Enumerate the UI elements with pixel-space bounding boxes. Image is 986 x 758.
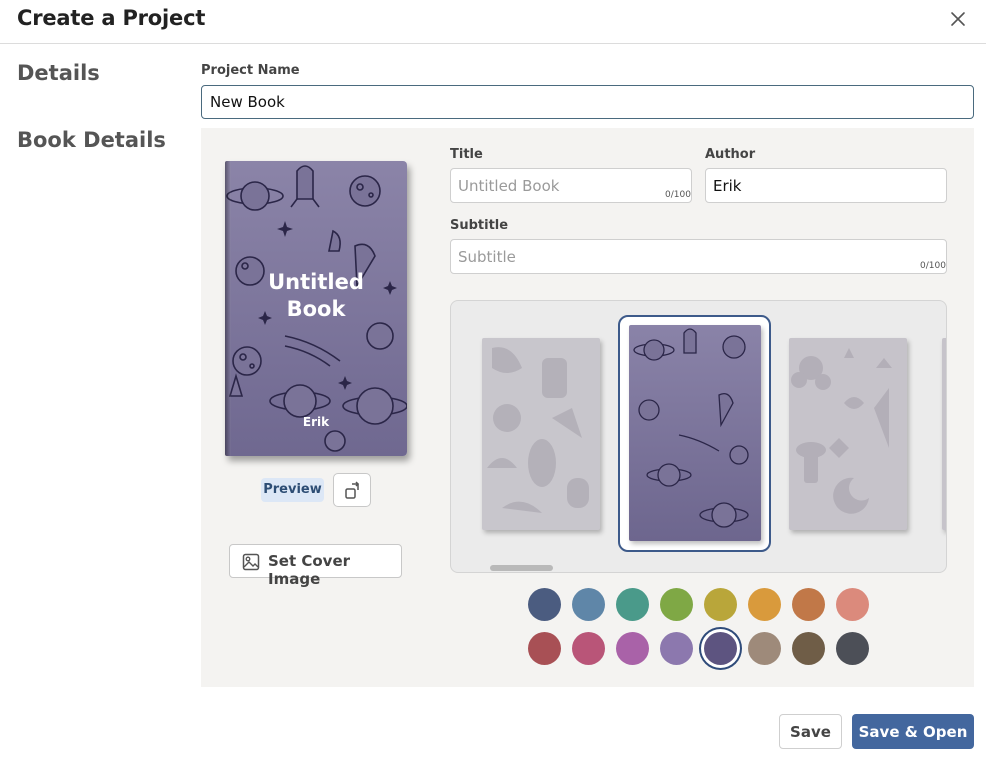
template-carousel[interactable] <box>450 300 947 573</box>
rotate-button[interactable] <box>333 473 371 507</box>
color-swatch[interactable] <box>616 588 649 621</box>
space-pattern-thumb <box>633 328 749 528</box>
set-cover-image-button[interactable]: Set Cover Image <box>229 544 402 588</box>
subtitle-counter: 0/100 <box>920 261 946 271</box>
close-icon <box>951 12 965 26</box>
subtitle-input[interactable] <box>450 239 947 274</box>
subtitle-label: Subtitle <box>450 218 509 233</box>
template-space[interactable] <box>629 325 761 541</box>
book-spine <box>225 161 231 456</box>
save-and-open-button[interactable]: Save & Open <box>852 714 974 749</box>
color-swatch[interactable] <box>572 588 605 621</box>
author-input[interactable] <box>705 168 947 203</box>
color-swatch[interactable] <box>792 632 825 665</box>
project-name-label: Project Name <box>201 63 300 78</box>
color-swatch[interactable] <box>660 588 693 621</box>
color-swatch[interactable] <box>792 588 825 621</box>
close-button[interactable] <box>948 9 968 29</box>
color-swatch[interactable] <box>572 632 605 665</box>
template-abstract-shapes[interactable] <box>482 338 600 530</box>
title-input[interactable] <box>450 168 692 203</box>
color-swatch[interactable] <box>616 632 649 665</box>
color-swatch[interactable] <box>528 632 561 665</box>
color-swatch[interactable] <box>704 588 737 621</box>
color-swatch[interactable] <box>704 632 737 665</box>
title-label: Title <box>450 147 483 162</box>
botanical-pattern <box>791 348 892 514</box>
rotate-icon <box>345 481 360 499</box>
cover-author-text: Erik <box>302 415 330 429</box>
color-swatch[interactable] <box>836 588 869 621</box>
set-cover-image-label: Set Cover Image <box>268 552 351 588</box>
book-cover-preview: Untitled Book Erik <box>225 161 407 456</box>
template-botanical[interactable] <box>789 338 907 530</box>
color-swatch[interactable] <box>748 632 781 665</box>
abstract-pattern <box>487 347 589 513</box>
color-swatch[interactable] <box>836 632 869 665</box>
image-icon <box>242 553 260 571</box>
title-counter: 0/100 <box>665 190 691 200</box>
dialog-header: Create a Project <box>0 0 986 44</box>
color-swatch[interactable] <box>660 632 693 665</box>
color-swatch[interactable] <box>528 588 561 621</box>
nav-book-details[interactable]: Book Details <box>17 128 166 152</box>
nav-details[interactable]: Details <box>17 61 100 85</box>
template-partial-next[interactable] <box>942 338 946 530</box>
cover-title-text: Untitled Book <box>268 270 364 321</box>
carousel-scrollbar-thumb[interactable] <box>490 565 553 571</box>
project-name-input[interactable] <box>201 85 974 119</box>
preview-badge[interactable]: Preview <box>261 478 324 502</box>
author-label: Author <box>705 147 756 162</box>
save-button[interactable]: Save <box>779 714 842 749</box>
color-swatch[interactable] <box>748 588 781 621</box>
dialog-title: Create a Project <box>17 6 206 30</box>
